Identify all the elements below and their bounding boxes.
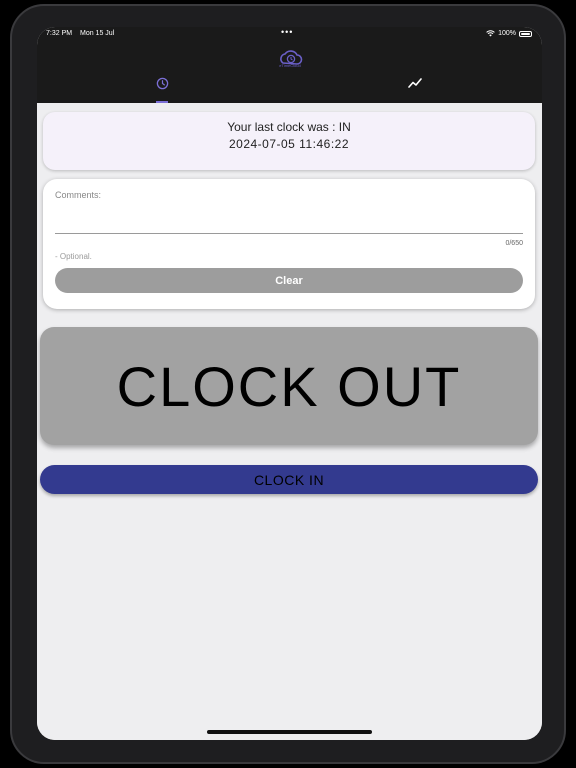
multitasking-dots[interactable]: ••• <box>281 27 293 37</box>
home-indicator[interactable] <box>207 730 372 734</box>
trend-icon <box>408 78 422 88</box>
comments-card: Comments: 0/650 - Optional. Clear <box>43 179 535 309</box>
status-date: Mon 15 Jul <box>80 30 115 37</box>
last-clock-status: Your last clock was : IN <box>227 120 351 134</box>
comments-input[interactable] <box>55 199 523 234</box>
clock-out-button[interactable]: CLOCK OUT <box>40 327 538 445</box>
top-navigation: eTimeCloud <box>37 41 542 103</box>
character-counter: 0/650 <box>505 240 523 247</box>
tab-clock[interactable] <box>142 77 182 103</box>
app-screen: 7:32 PM Mon 15 Jul ••• 100% eTimeCloud Y… <box>37 27 542 740</box>
logo-text: eTimeCloud <box>279 63 301 68</box>
tab-trend[interactable] <box>395 77 435 103</box>
battery-icon <box>519 30 532 37</box>
clock-icon <box>156 77 168 90</box>
clock-in-button[interactable]: CLOCK IN <box>40 465 538 494</box>
main-content: Your last clock was : IN 2024-07-05 11:4… <box>37 103 542 740</box>
status-bar: 7:32 PM Mon 15 Jul ••• 100% <box>37 27 542 41</box>
clear-button[interactable]: Clear <box>55 268 523 293</box>
status-time: 7:32 PM <box>46 30 73 37</box>
last-clock-timestamp: 2024-07-05 11:46:22 <box>228 137 350 151</box>
wifi-icon <box>486 30 495 37</box>
last-clock-card: Your last clock was : IN 2024-07-05 11:4… <box>43 112 535 170</box>
comments-helper-text: - Optional. <box>55 252 92 261</box>
battery-percent: 100% <box>498 30 516 37</box>
status-right-group: 100% <box>486 30 532 37</box>
